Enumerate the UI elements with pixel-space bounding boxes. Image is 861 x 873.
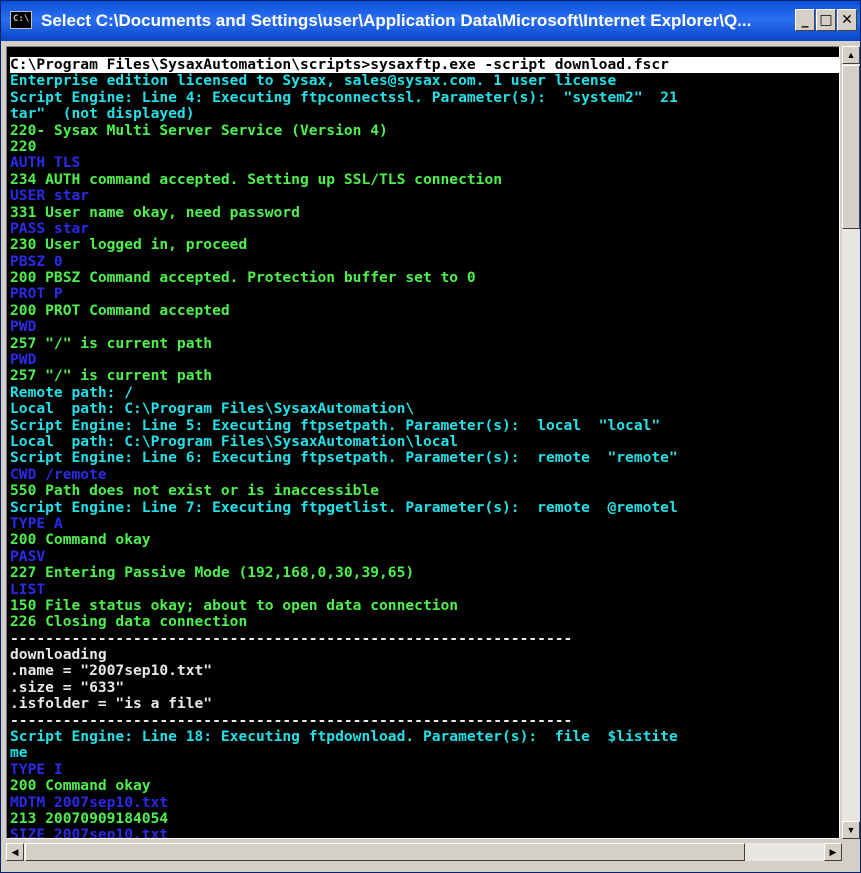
console-line: tar" (not displayed) [10, 106, 195, 123]
console-line: Script Engine: Line 5: Executing ftpsetp… [10, 417, 661, 434]
scrollbar-corner [842, 843, 860, 861]
console-line: PASV [10, 548, 46, 565]
scroll-left-arrow-icon[interactable]: ◀ [6, 843, 24, 861]
console-line: AUTH TLS [10, 155, 81, 172]
console-line: me [10, 745, 28, 762]
console-app-icon-label: C:\ [13, 14, 30, 24]
console-app-icon[interactable]: C:\ [10, 11, 32, 29]
console-line: MDTM 2007sep10.txt [10, 794, 169, 811]
console-output[interactable]: C:\Program Files\SysaxAutomation\scripts… [6, 46, 840, 839]
console-line: PWD [10, 319, 37, 336]
console-line: 257 "/" is current path [10, 335, 213, 352]
console-line: 234 AUTH command accepted. Setting up SS… [10, 171, 503, 188]
console-line: Local path: C:\Program Files\SysaxAutoma… [10, 401, 415, 418]
console-line: 150 File status okay; about to open data… [10, 597, 459, 614]
scroll-right-arrow-icon[interactable]: ▶ [824, 843, 842, 861]
vertical-scroll-thumb[interactable] [842, 65, 860, 229]
console-line: 550 Path does not exist or is inaccessib… [10, 483, 380, 500]
minimize-button[interactable]: _ [795, 9, 815, 31]
console-line: 200 Command okay [10, 778, 151, 795]
title-bar[interactable]: C:\ Select C:\Documents and Settings\use… [1, 1, 860, 41]
console-line: 213 20070909184054 [10, 810, 169, 827]
maximize-button[interactable]: □ [816, 9, 836, 31]
console-line: Enterprise edition licensed to Sysax, sa… [10, 73, 617, 90]
console-line: ----------------------------------------… [10, 712, 573, 729]
console-line: 220 [10, 138, 37, 155]
console-line: TYPE I [10, 761, 63, 778]
console-line: 220- Sysax Multi Server Service (Version… [10, 122, 388, 139]
console-lines: C:\Program Files\SysaxAutomation\scripts… [10, 57, 839, 839]
scroll-up-arrow-icon[interactable]: ▲ [842, 46, 860, 64]
horizontal-scroll-thumb[interactable] [25, 843, 745, 861]
console-line: 200 PBSZ Command accepted. Protection bu… [10, 270, 476, 287]
console-line: .isfolder = "is a file" [10, 696, 213, 713]
console-line: .size = "633" [10, 679, 125, 696]
console-line: 257 "/" is current path [10, 368, 213, 385]
window-title: Select C:\Documents and Settings\user\Ap… [41, 11, 752, 30]
console-line: CWD /remote [10, 466, 107, 483]
console-command-line: C:\Program Files\SysaxAutomation\scripts… [10, 57, 839, 74]
vertical-scrollbar[interactable]: ▲ ▼ [842, 46, 860, 839]
console-line: Script Engine: Line 6: Executing ftpsetp… [10, 450, 678, 467]
console-line: 230 User logged in, proceed [10, 237, 248, 254]
console-line: Script Engine: Line 7: Executing ftpgetl… [10, 499, 678, 516]
console-line: Local path: C:\Program Files\SysaxAutoma… [10, 433, 459, 450]
console-line: 226 Closing data connection [10, 614, 248, 631]
console-line: SIZE 2007sep10.txt [10, 827, 169, 839]
console-line: 227 Entering Passive Mode (192,168,0,30,… [10, 565, 415, 582]
close-button[interactable]: ✕ [837, 9, 857, 31]
console-line: 200 PROT Command accepted [10, 302, 230, 319]
console-line: PBSZ 0 [10, 253, 63, 270]
console-line: ----------------------------------------… [10, 630, 573, 647]
console-line: Script Engine: Line 18: Executing ftpdow… [10, 729, 678, 746]
horizontal-scrollbar[interactable]: ◀ ▶ [6, 843, 842, 861]
console-line: USER star [10, 188, 90, 205]
console-line: PASS star [10, 220, 90, 237]
console-line: Remote path: / [10, 384, 134, 401]
console-line: 331 User name okay, need password [10, 204, 300, 221]
console-line: PROT P [10, 286, 63, 303]
console-line: 200 Command okay [10, 532, 151, 549]
console-line: .name = "2007sep10.txt" [10, 663, 213, 680]
console-line: LIST [10, 581, 46, 598]
console-line: TYPE A [10, 515, 63, 532]
console-line: PWD [10, 352, 37, 369]
scroll-down-arrow-icon[interactable]: ▼ [842, 821, 860, 839]
console-line: downloading [10, 647, 107, 664]
console-window: C:\ Select C:\Documents and Settings\use… [0, 0, 861, 873]
console-line: Script Engine: Line 4: Executing ftpconn… [10, 89, 678, 106]
